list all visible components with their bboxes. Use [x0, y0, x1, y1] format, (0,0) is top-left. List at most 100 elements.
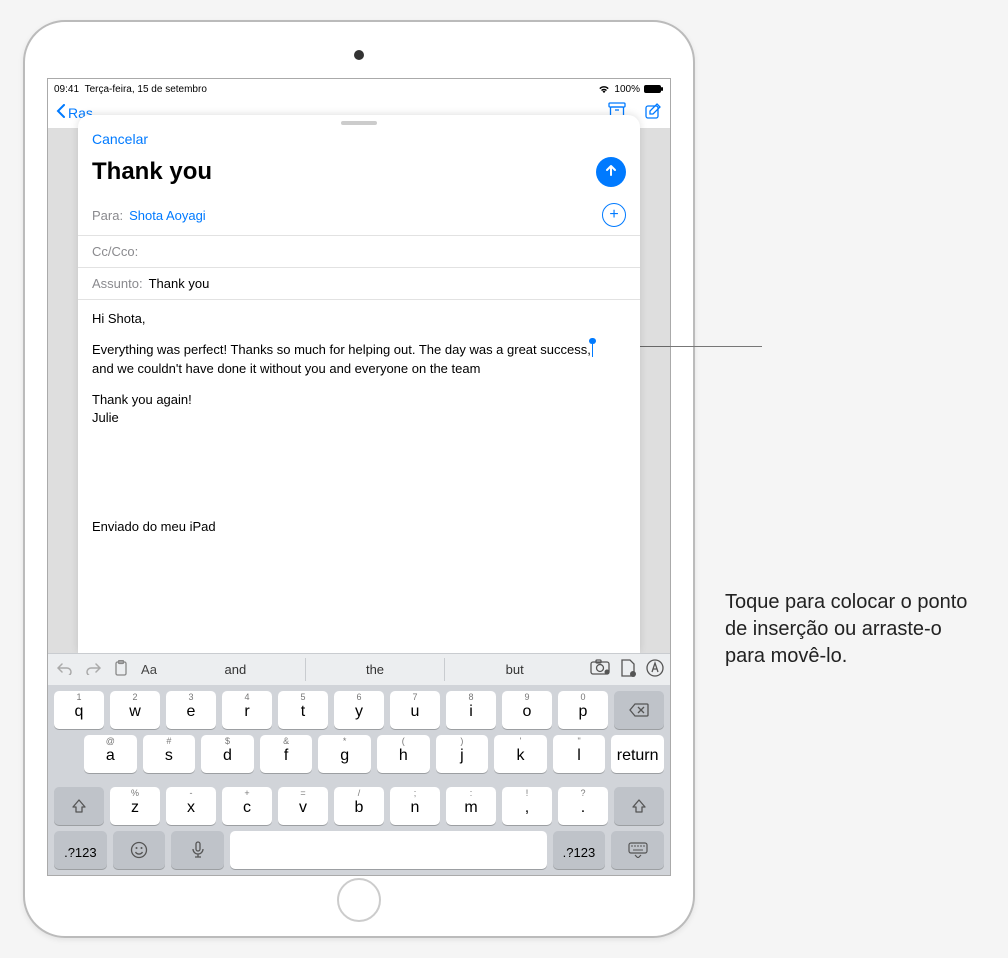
screen: 09:41 Terça-feira, 15 de setembro 100% [47, 78, 671, 876]
key-rows: 1q2w3e4r5t6y7u8i9o0p @a#s$d&f*g(h)j'k"lr… [48, 685, 670, 875]
space-key[interactable] [230, 831, 546, 869]
key-alt-label: ; [390, 788, 440, 798]
key-alt-label: & [260, 736, 313, 746]
battery-icon [644, 84, 664, 95]
suggestion-2[interactable]: but [444, 658, 584, 681]
key-g[interactable]: *g [318, 735, 371, 773]
backspace-key[interactable] [614, 691, 664, 729]
key-v[interactable]: =v [278, 787, 328, 825]
key-alt-label: 7 [390, 692, 440, 702]
body-paragraph: Everything was perfect! Thanks so much f… [92, 341, 626, 379]
device-camera [354, 50, 364, 60]
suggestion-0[interactable]: and [166, 658, 305, 681]
status-right: 100% [598, 84, 664, 95]
key-main-label: r [244, 703, 249, 721]
to-field[interactable]: Para: Shota Aoyagi + [78, 195, 640, 236]
text-cursor[interactable] [592, 342, 594, 357]
cancel-button[interactable]: Cancelar [92, 131, 148, 147]
key-d[interactable]: $d [201, 735, 254, 773]
key-alt-label: 4 [222, 692, 272, 702]
suggestion-1[interactable]: the [305, 658, 445, 681]
key-w[interactable]: 2w [110, 691, 160, 729]
key-row-2: @a#s$d&f*g(h)j'k"lreturn [54, 735, 664, 781]
return-key[interactable]: return [611, 735, 664, 773]
key-row-1: 1q2w3e4r5t6y7u8i9o0p [54, 691, 664, 729]
key-q[interactable]: 1q [54, 691, 104, 729]
numbers-key-left[interactable]: .?123 [54, 831, 107, 869]
camera-icon[interactable] [590, 659, 610, 680]
markup-icon[interactable] [646, 659, 664, 680]
key-,[interactable]: !, [502, 787, 552, 825]
undo-icon[interactable] [54, 661, 76, 678]
key-b[interactable]: /b [334, 787, 384, 825]
key-p[interactable]: 0p [558, 691, 608, 729]
key-main-label: o [523, 703, 532, 721]
key-z[interactable]: %z [110, 787, 160, 825]
cc-bcc-field[interactable]: Cc/Cco: [78, 236, 640, 268]
key-j[interactable]: )j [436, 735, 489, 773]
key-n[interactable]: ;n [390, 787, 440, 825]
key-main-label: c [243, 799, 251, 817]
dictation-key[interactable] [171, 831, 224, 869]
key-y[interactable]: 6y [334, 691, 384, 729]
email-body[interactable]: Hi Shota, Everything was perfect! Thanks… [78, 300, 640, 653]
key-alt-label: = [278, 788, 328, 798]
backspace-icon [629, 703, 649, 721]
compose-icon[interactable] [644, 102, 662, 123]
compose-subject-title: Thank you [92, 158, 212, 186]
cc-label: Cc/Cco: [92, 244, 138, 259]
key-r[interactable]: 4r [222, 691, 272, 729]
status-time: 09:41 [54, 84, 79, 95]
shift-key-right[interactable] [614, 787, 664, 825]
arrow-up-icon [603, 162, 619, 183]
status-left: 09:41 Terça-feira, 15 de setembro [54, 84, 207, 95]
key-u[interactable]: 7u [390, 691, 440, 729]
format-button[interactable]: Aa [138, 662, 160, 677]
key-h[interactable]: (h [377, 735, 430, 773]
clipboard-icon[interactable] [110, 660, 132, 679]
ipad-device-frame: 09:41 Terça-feira, 15 de setembro 100% [23, 20, 695, 938]
key-f[interactable]: &f [260, 735, 313, 773]
key-alt-label: ? [558, 788, 608, 798]
key-alt-label: 9 [502, 692, 552, 702]
shift-icon [71, 798, 87, 818]
numbers-key-right[interactable]: .?123 [553, 831, 606, 869]
key-main-label: s [165, 747, 173, 765]
key-.[interactable]: ?. [558, 787, 608, 825]
hide-keyboard-key[interactable] [611, 831, 664, 869]
key-e[interactable]: 3e [166, 691, 216, 729]
key-a[interactable]: @a [84, 735, 137, 773]
key-t[interactable]: 5t [278, 691, 328, 729]
redo-icon[interactable] [82, 661, 104, 678]
key-c[interactable]: +c [222, 787, 272, 825]
plus-icon: + [609, 207, 618, 223]
key-main-label: h [399, 747, 408, 765]
key-o[interactable]: 9o [502, 691, 552, 729]
send-button[interactable] [596, 157, 626, 187]
key-main-label: a [106, 747, 115, 765]
key-k[interactable]: 'k [494, 735, 547, 773]
chevron-left-icon [56, 104, 66, 121]
key-main-label: z [131, 799, 139, 817]
key-main-label: u [411, 703, 420, 721]
wifi-icon [598, 84, 610, 95]
subject-field[interactable]: Assunto: Thank you [78, 268, 640, 300]
emoji-key[interactable] [113, 831, 166, 869]
home-button[interactable] [337, 878, 381, 922]
shift-key-left[interactable] [54, 787, 104, 825]
scan-document-icon[interactable] [620, 659, 636, 680]
key-main-label: . [581, 799, 585, 817]
key-alt-label: % [110, 788, 160, 798]
key-m[interactable]: :m [446, 787, 496, 825]
key-alt-label: - [166, 788, 216, 798]
key-s[interactable]: #s [143, 735, 196, 773]
key-main-label: y [355, 703, 363, 721]
key-main-label: p [579, 703, 588, 721]
key-i[interactable]: 8i [446, 691, 496, 729]
key-l[interactable]: "l [553, 735, 606, 773]
key-main-label: t [301, 703, 305, 721]
key-x[interactable]: -x [166, 787, 216, 825]
key-main-label: w [129, 703, 141, 721]
key-main-label: d [223, 747, 232, 765]
add-contact-button[interactable]: + [602, 203, 626, 227]
